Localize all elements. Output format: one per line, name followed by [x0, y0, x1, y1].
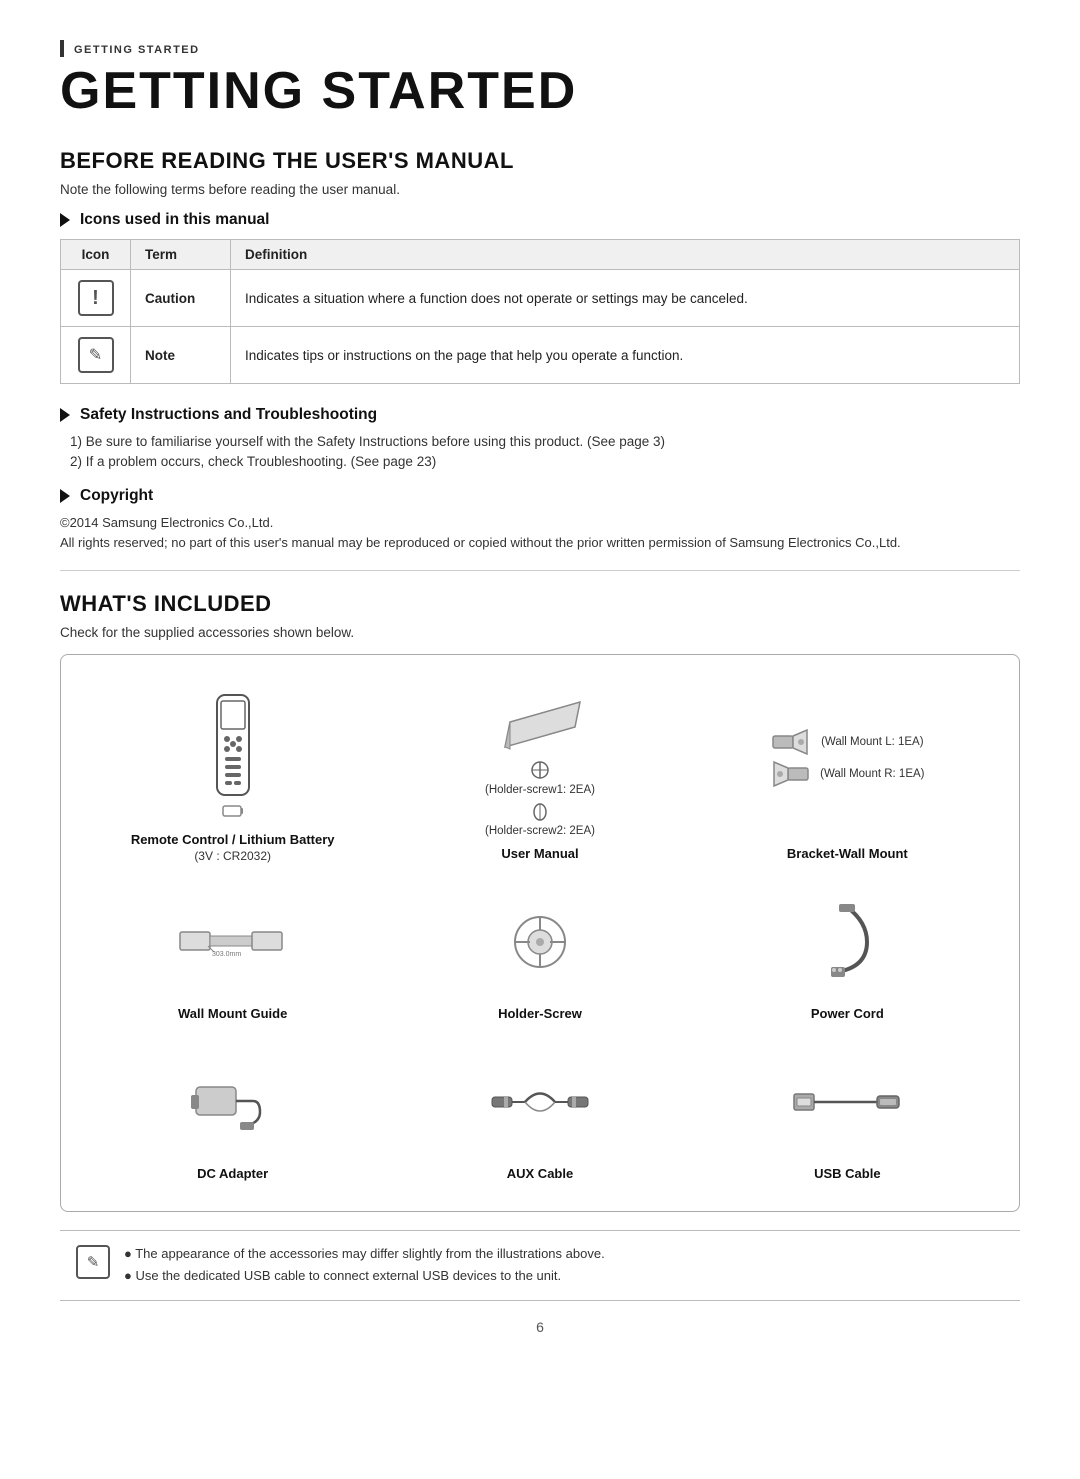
aux-cable-illustration: [490, 1047, 590, 1157]
copyright-line2: All rights reserved; no part of this use…: [60, 535, 1020, 550]
power-cord-svg: [817, 902, 877, 982]
battery-svg: [222, 805, 244, 817]
wall-mount-l-svg: [771, 728, 811, 756]
wall-guide-svg: 303.0mm: [178, 924, 288, 960]
remote-label: Remote Control / Lithium Battery: [131, 831, 335, 849]
svg-text:303.0mm: 303.0mm: [212, 951, 241, 958]
included-item-usb-cable: USB Cable: [694, 1037, 1001, 1197]
dc-adapter-illustration: [188, 1047, 278, 1157]
included-item-power-cord: Power Cord: [694, 877, 1001, 1037]
table-row: ✎ Note Indicates tips or instructions on…: [61, 327, 1020, 384]
wall-mount-r-svg: [770, 760, 810, 788]
col-term: Term: [131, 240, 231, 270]
holder-screw2-label: (Holder-screw2: 2EA): [485, 825, 595, 837]
caution-definition: Indicates a situation where a function d…: [231, 270, 1020, 327]
included-grid: Remote Control / Lithium Battery (3V : C…: [79, 677, 1001, 1197]
list-item: 1) Be sure to familiarise yourself with …: [70, 434, 1020, 449]
included-item-holder-screw: Holder-Screw: [386, 877, 693, 1037]
page-title: GETTING STARTED: [60, 63, 1020, 120]
note-bullet-1: The appearance of the accessories may di…: [124, 1243, 605, 1265]
note-box-content: The appearance of the accessories may di…: [124, 1243, 605, 1287]
triangle-icon: [60, 408, 70, 422]
note-icon-cell: ✎: [61, 327, 131, 384]
note-term: Note: [131, 327, 231, 384]
aux-cable-label: AUX Cable: [507, 1165, 573, 1183]
holder-screw-illustration: [505, 887, 575, 997]
col-icon: Icon: [61, 240, 131, 270]
screw2-icon: [531, 802, 549, 822]
section1-title: BEFORE READING THE USER'S MANUAL: [60, 148, 1020, 174]
col-def: Definition: [231, 240, 1020, 270]
caution-term: Caution: [131, 270, 231, 327]
note-definition: Indicates tips or instructions on the pa…: [231, 327, 1020, 384]
manual-label: User Manual: [501, 845, 578, 863]
wall-guide-illustration: 303.0mm: [178, 887, 288, 997]
remote-illustration: [207, 687, 259, 823]
remote-sublabel: (3V : CR2032): [194, 849, 271, 863]
holder-screw-label: Holder-Screw: [498, 1005, 582, 1023]
screw1-icon: [529, 759, 551, 781]
included-item-bracket: (Wall Mount L: 1EA) (Wall Mount R: 1EA) …: [694, 677, 1001, 877]
table-row: ! Caution Indicates a situation where a …: [61, 270, 1020, 327]
section1-note: Note the following terms before reading …: [60, 182, 1020, 197]
breadcrumb-text: Getting Started: [74, 44, 200, 56]
manual-illustration: (Holder-screw1: 2EA) (Holder-screw2: 2EA…: [485, 687, 595, 837]
remote-svg: [207, 693, 259, 803]
included-item-manual: (Holder-screw1: 2EA) (Holder-screw2: 2EA…: [386, 677, 693, 877]
power-cord-illustration: [817, 887, 877, 997]
breadcrumb: Getting Started: [60, 40, 1020, 57]
manual-svg: [495, 687, 585, 755]
note-box: ✎ The appearance of the accessories may …: [60, 1230, 1020, 1300]
holder-screw-svg: [505, 907, 575, 977]
list-item: 2) If a problem occurs, check Troublesho…: [70, 454, 1020, 469]
wall-mount-r: (Wall Mount R: 1EA): [770, 760, 924, 788]
bracket-illustration: (Wall Mount L: 1EA) (Wall Mount R: 1EA): [770, 687, 924, 837]
usb-cable-illustration: [792, 1047, 902, 1157]
icons-heading: Icons used in this manual: [60, 211, 1020, 229]
power-cord-label: Power Cord: [811, 1005, 884, 1023]
page-number: 6: [60, 1319, 1020, 1335]
holder-screw-sublabels: (Holder-screw1: 2EA) (Holder-screw2: 2EA…: [485, 759, 595, 837]
caution-icon: !: [78, 280, 114, 316]
safety-list: 1) Be sure to familiarise yourself with …: [70, 434, 1020, 469]
icons-table: Icon Term Definition ! Caution Indicates…: [60, 239, 1020, 384]
included-item-wall-guide: 303.0mm Wall Mount Guide: [79, 877, 386, 1037]
bracket-label: Bracket-Wall Mount: [787, 845, 908, 863]
included-box: Remote Control / Lithium Battery (3V : C…: [60, 654, 1020, 1212]
note-icon: ✎: [78, 337, 114, 373]
included-item-dc-adapter: DC Adapter: [79, 1037, 386, 1197]
included-item-aux-cable: AUX Cable: [386, 1037, 693, 1197]
wall-mount-l: (Wall Mount L: 1EA): [771, 728, 923, 756]
aux-cable-svg: [490, 1070, 590, 1135]
safety-heading: Safety Instructions and Troubleshooting: [60, 406, 1020, 424]
wall-mount-l-label: (Wall Mount L: 1EA): [821, 736, 923, 748]
usb-cable-svg: [792, 1082, 902, 1122]
copyright-heading: Copyright: [60, 487, 1020, 505]
dc-adapter-label: DC Adapter: [197, 1165, 268, 1183]
wall-guide-label: Wall Mount Guide: [178, 1005, 287, 1023]
section2-note: Check for the supplied accessories shown…: [60, 625, 1020, 640]
note-box-icon: ✎: [76, 1245, 110, 1279]
note-icon-box: ✎: [76, 1245, 110, 1279]
included-item-remote: Remote Control / Lithium Battery (3V : C…: [79, 677, 386, 877]
section2-title: WHAT'S INCLUDED: [60, 591, 1020, 617]
wall-mount-r-label: (Wall Mount R: 1EA): [820, 768, 924, 780]
copyright-line1: ©2014 Samsung Electronics Co.,Ltd.: [60, 515, 1020, 530]
holder-screw1-label: (Holder-screw1: 2EA): [485, 784, 595, 796]
usb-cable-label: USB Cable: [814, 1165, 880, 1183]
caution-icon-cell: !: [61, 270, 131, 327]
section-divider: [60, 570, 1020, 571]
dc-adapter-svg: [188, 1067, 278, 1137]
triangle-icon: [60, 213, 70, 227]
note-bullet-2: Use the dedicated USB cable to connect e…: [124, 1265, 605, 1287]
triangle-icon: [60, 489, 70, 503]
